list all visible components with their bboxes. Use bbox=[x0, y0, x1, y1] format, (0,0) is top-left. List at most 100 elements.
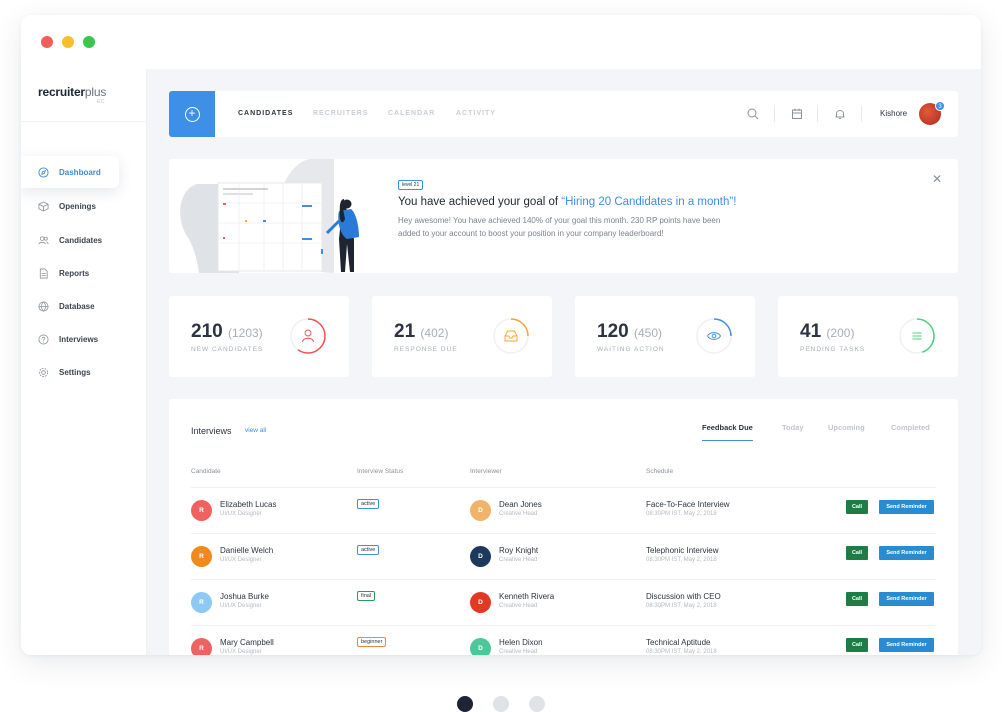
close-window-button[interactable] bbox=[41, 36, 53, 48]
logo-sub: EC bbox=[97, 99, 105, 105]
close-icon[interactable]: ✕ bbox=[932, 172, 942, 186]
title-bar bbox=[21, 15, 981, 69]
carousel-dot-3[interactable] bbox=[529, 696, 545, 712]
call-button[interactable]: Call bbox=[846, 546, 868, 560]
candidate-role: UI/UX Designer bbox=[220, 511, 262, 517]
top-bar: + CANDIDATES RECRUITERS CALENDAR ACTIVIT… bbox=[169, 91, 958, 137]
candidate-avatar: R bbox=[191, 592, 212, 613]
stat-total: (200) bbox=[826, 326, 855, 340]
candidate-name[interactable]: Joshua Burke bbox=[220, 592, 269, 601]
candidate-name[interactable]: Mary Campbell bbox=[220, 638, 274, 647]
interviewer-name[interactable]: Kenneth Rivera bbox=[499, 592, 554, 601]
sidebar-item-label: Dashboard bbox=[59, 167, 101, 177]
presentation-illustration bbox=[180, 159, 359, 273]
interviews-title: Interviews bbox=[191, 426, 232, 436]
send-reminder-button[interactable]: Send Reminder bbox=[879, 500, 934, 514]
schedule-time: 08:30PM IST, May 2, 2018 bbox=[646, 649, 717, 655]
logo-name: recruiter bbox=[38, 85, 85, 99]
stat-card-waiting-action[interactable]: 120 (450) WAITING ACTION bbox=[575, 296, 755, 377]
view-all-link[interactable]: view all bbox=[245, 427, 266, 434]
user-name[interactable]: Kishore bbox=[880, 109, 907, 118]
candidate-role: UI/UX Designer bbox=[220, 603, 262, 609]
gear-icon bbox=[38, 367, 49, 377]
send-reminder-button[interactable]: Send Reminder bbox=[879, 592, 934, 606]
interviewer-avatar: D bbox=[470, 546, 491, 567]
sidebar-item-label: Interviews bbox=[59, 334, 99, 344]
call-button[interactable]: Call bbox=[846, 592, 868, 606]
table-row[interactable]: R Elizabeth Lucas UI/UX Designer active D Dea… bbox=[191, 487, 936, 533]
stat-total: (1203) bbox=[227, 326, 263, 340]
progress-ring bbox=[290, 318, 326, 354]
table-row[interactable]: R Danielle Welch UI/UX Designer active D Roy … bbox=[191, 533, 936, 579]
sidebar-item-openings[interactable]: Openings bbox=[21, 190, 119, 222]
add-button[interactable]: + bbox=[169, 91, 215, 137]
stat-value: 21 (402) bbox=[394, 321, 448, 343]
candidate-name[interactable]: Danielle Welch bbox=[220, 546, 273, 555]
help-circle-icon bbox=[38, 334, 49, 344]
sidebar-item-dashboard[interactable]: Dashboard bbox=[21, 156, 119, 188]
status-badge: beginner bbox=[357, 637, 387, 647]
carousel-dot-2[interactable] bbox=[493, 696, 509, 712]
stat-card-new-candidates[interactable]: 210 (1203) NEW CANDIDATES bbox=[169, 296, 349, 377]
schedule-time: 08:30PM IST, May 2, 2018 bbox=[646, 511, 717, 517]
candidate-avatar: R bbox=[191, 638, 212, 655]
interviewer-name[interactable]: Helen Dixon bbox=[499, 638, 543, 647]
search-icon[interactable] bbox=[746, 107, 760, 121]
table-row[interactable]: R Mary Campbell UI/UX Designer beginner D Hel… bbox=[191, 625, 936, 655]
interviewer-name[interactable]: Dean Jones bbox=[499, 500, 542, 509]
progress-ring bbox=[696, 318, 732, 354]
document-icon bbox=[39, 268, 48, 278]
candidate-role: UI/UX Designer bbox=[220, 649, 262, 655]
banner-title-highlight: “Hiring 20 Candidates in a month”! bbox=[561, 196, 737, 208]
send-reminder-button[interactable]: Send Reminder bbox=[879, 546, 934, 560]
interviewer-avatar: D bbox=[470, 638, 491, 655]
interviewer-role: Creative Head bbox=[499, 557, 538, 563]
tab-completed[interactable]: Completed bbox=[891, 423, 930, 432]
sidebar-item-label: Database bbox=[59, 301, 95, 311]
tab-feedback-due[interactable]: Feedback Due bbox=[702, 423, 753, 441]
interviewer-role: Creative Head bbox=[499, 511, 538, 517]
schedule-type: Discussion with CEO bbox=[646, 592, 721, 601]
call-button[interactable]: Call bbox=[846, 500, 868, 514]
tab-activity[interactable]: ACTIVITY bbox=[456, 110, 496, 117]
calendar-icon[interactable] bbox=[790, 107, 804, 121]
sidebar-item-database[interactable]: Database bbox=[21, 290, 119, 322]
call-button[interactable]: Call bbox=[846, 638, 868, 652]
stat-card-pending-tasks[interactable]: 41 (200) PENDING TASKS bbox=[778, 296, 958, 377]
tab-calendar[interactable]: CALENDAR bbox=[388, 110, 435, 117]
sidebar-item-reports[interactable]: Reports bbox=[21, 257, 119, 289]
status-badge: active bbox=[357, 499, 380, 509]
banner-body: Hey awesome! You have achieved 140% of y… bbox=[398, 216, 721, 238]
tab-upcoming[interactable]: Upcoming bbox=[828, 423, 865, 432]
user-icon bbox=[302, 329, 314, 343]
stat-label: RESPONSE DUE bbox=[394, 346, 458, 353]
stat-card-response-due[interactable]: 21 (402) RESPONSE DUE bbox=[372, 296, 552, 377]
tab-candidates[interactable]: CANDIDATES bbox=[238, 110, 293, 117]
achievement-banner: level 21 You have achieved your goal of … bbox=[169, 159, 958, 273]
schedule-time: 08:30PM IST, May 2, 2018 bbox=[646, 603, 717, 609]
logo[interactable]: recruiterplus bbox=[38, 85, 106, 99]
minimize-window-button[interactable] bbox=[62, 36, 74, 48]
stat-total: (450) bbox=[633, 326, 662, 340]
tab-today[interactable]: Today bbox=[782, 423, 804, 432]
candidate-name[interactable]: Elizabeth Lucas bbox=[220, 500, 276, 509]
carousel-dot-1[interactable] bbox=[457, 696, 473, 712]
sidebar-item-settings[interactable]: Settings bbox=[21, 356, 119, 388]
cube-icon bbox=[38, 200, 49, 212]
sidebar-item-label: Openings bbox=[59, 201, 96, 211]
tab-recruiters[interactable]: RECRUITERS bbox=[313, 110, 369, 117]
sidebar-item-interviews[interactable]: Interviews bbox=[21, 323, 119, 355]
stat-number: 21 bbox=[394, 321, 416, 342]
maximize-window-button[interactable] bbox=[83, 36, 95, 48]
table-row[interactable]: R Joshua Burke UI/UX Designer final D Kenneth… bbox=[191, 579, 936, 625]
list-icon bbox=[912, 332, 922, 340]
send-reminder-button[interactable]: Send Reminder bbox=[879, 638, 934, 652]
plus-icon: + bbox=[184, 106, 200, 122]
candidate-avatar: R bbox=[191, 546, 212, 567]
sidebar-item-label: Reports bbox=[59, 268, 90, 278]
interviewer-name[interactable]: Roy Knight bbox=[499, 546, 538, 555]
logo-suffix: plus bbox=[84, 85, 107, 99]
bell-icon[interactable] bbox=[833, 107, 847, 121]
divider bbox=[817, 106, 818, 122]
sidebar-item-candidates[interactable]: Candidates bbox=[21, 224, 119, 256]
